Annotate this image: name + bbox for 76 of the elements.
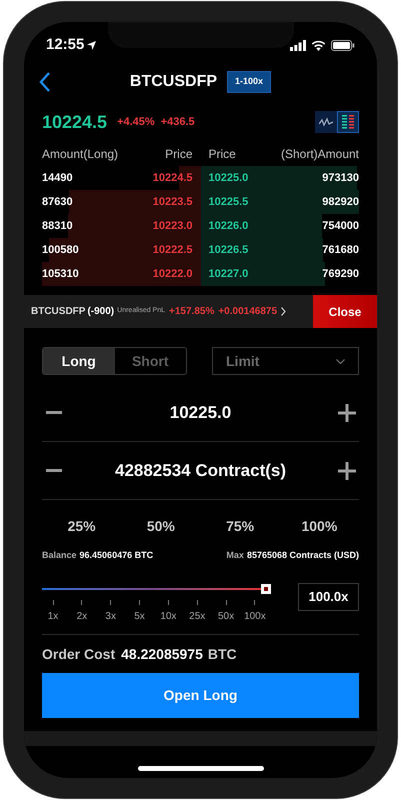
leverage-tick-label[interactable]: 25x	[189, 608, 206, 624]
pnl-value: +0.00146875	[218, 305, 278, 319]
wifi-icon	[311, 40, 326, 50]
leverage-field[interactable]: 100.0x	[298, 582, 359, 610]
close-position-button[interactable]: Close	[313, 295, 377, 328]
leverage-slider-thumb[interactable]	[261, 584, 271, 594]
bid-price: 10223.5	[152, 194, 192, 210]
ask-amount: 982920	[322, 194, 359, 210]
order-cost-value: 48.22085975	[121, 644, 203, 664]
order-type-dropdown[interactable]: Limit	[212, 347, 359, 375]
bid-amount: 87630	[42, 194, 73, 210]
last-price: 10224.5	[42, 110, 108, 134]
bid-price: 10222.0	[152, 266, 192, 282]
order-book-icon	[342, 115, 354, 129]
ask-amount: 761680	[322, 242, 359, 258]
percent-button[interactable]: 25%	[42, 516, 122, 537]
column-header: Price	[208, 146, 237, 163]
ask-amount: 754000	[322, 218, 359, 234]
open-long-button[interactable]: Open Long	[42, 672, 359, 718]
view-toggle[interactable]	[315, 111, 337, 133]
position-size: (-900)	[87, 305, 114, 319]
leverage-tick-label[interactable]: 3x	[105, 608, 116, 624]
back-chevron-icon	[38, 72, 50, 92]
bid-price: 10224.5	[152, 170, 192, 186]
column-header: (Short)Amount	[280, 146, 359, 163]
bid-price: 10222.5	[152, 242, 192, 258]
view-toggle[interactable]	[337, 111, 359, 133]
change-value: +436.5	[160, 114, 195, 130]
ask-price: 10226.5	[208, 242, 248, 258]
bid-amount: 100580	[42, 242, 79, 258]
order-cost-unit: BTC	[208, 644, 237, 664]
ask-price: 10225.0	[208, 170, 248, 186]
plus-icon	[338, 404, 356, 422]
bid-amount: 14490	[42, 170, 73, 186]
position-symbol: BTCUSDFP	[30, 305, 86, 319]
minus-icon	[46, 410, 62, 414]
signal-icon	[290, 40, 306, 50]
max-label: Max	[226, 549, 244, 562]
leverage-tick-label[interactable]: 1x	[48, 608, 58, 624]
quantity-field[interactable]: 42882534 Contract(s)	[66, 458, 335, 484]
leverage-badge: 1-100x	[227, 71, 272, 93]
ask-amount: 973130	[322, 170, 359, 186]
ask-price: 10227.0	[208, 266, 248, 282]
line-chart-icon	[319, 117, 333, 127]
ask-amount: 769290	[322, 266, 359, 282]
battery-icon	[331, 40, 355, 50]
leverage-tick-label[interactable]: 50x	[218, 608, 234, 624]
bid-amount: 88310	[42, 218, 73, 234]
balance-value: 96.45060476 BTC	[80, 549, 154, 562]
column-header: Amount(Long)	[42, 146, 120, 163]
pnl-percent: +157.85%	[169, 305, 214, 319]
bid-amount: 105310	[42, 266, 79, 282]
plus-icon	[338, 462, 356, 480]
ask-price: 10226.0	[208, 218, 248, 234]
percent-button[interactable]: 75%	[200, 516, 280, 537]
leverage-tick-label[interactable]: 2x	[76, 608, 88, 624]
column-header: Price	[164, 146, 194, 163]
leverage-tick-label[interactable]: 5x	[134, 608, 145, 624]
chevron-down-icon	[336, 358, 345, 364]
chevron-right-icon	[281, 307, 286, 316]
order-cost-label: Order Cost	[42, 644, 116, 664]
price-field[interactable]: 10225.0	[66, 400, 335, 426]
change-percent: +4.45%	[117, 114, 155, 130]
bid-price: 10223.0	[152, 218, 192, 234]
percent-button[interactable]: 100%	[280, 516, 359, 537]
side-tab[interactable]: Long	[43, 348, 114, 374]
percent-button[interactable]: 50%	[121, 516, 200, 537]
minus-icon	[46, 468, 62, 472]
symbol-title: BTCUSDFP	[130, 72, 218, 92]
balance-label: Balance	[42, 549, 77, 562]
location-arrow-icon	[87, 40, 96, 50]
leverage-tick-label[interactable]: 100x	[244, 608, 266, 624]
max-value: 85765068 Contracts (USD)	[246, 549, 359, 562]
ask-price: 10225.5	[208, 194, 248, 210]
leverage-tick-label[interactable]: 10x	[160, 608, 176, 624]
clock-time: 12:55	[46, 34, 84, 55]
